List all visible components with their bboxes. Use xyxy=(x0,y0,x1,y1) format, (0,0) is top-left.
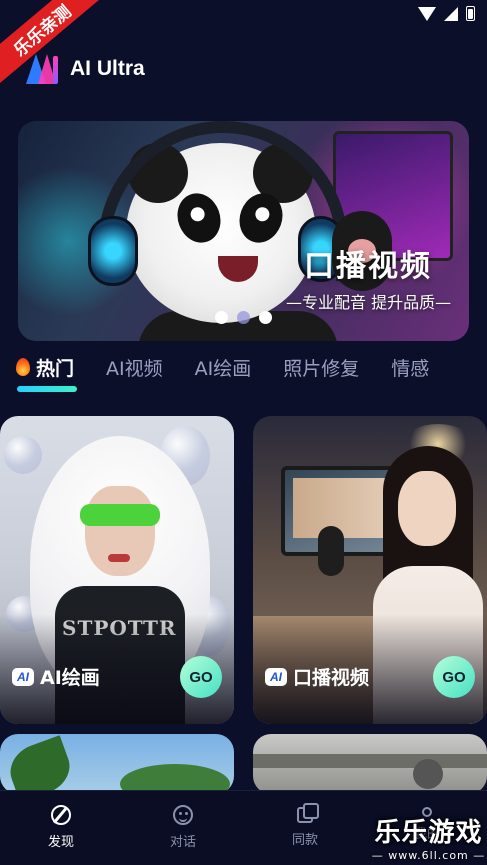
go-button[interactable]: GO xyxy=(433,656,475,698)
battery-icon xyxy=(466,6,475,21)
carousel-dot[interactable] xyxy=(215,311,228,324)
tab-label: 热门 xyxy=(36,358,75,380)
headphones-icon xyxy=(88,216,138,286)
tab-ai-painting[interactable]: AI绘画 xyxy=(195,352,252,381)
feature-card-partial[interactable] xyxy=(0,734,234,794)
app-header: AI Ultra xyxy=(24,52,145,86)
chat-icon xyxy=(173,805,193,825)
banner-title: 口播视频 xyxy=(304,249,432,284)
watermark-title: 乐乐游戏 xyxy=(374,818,483,848)
app-title: AI Ultra xyxy=(70,57,145,80)
tab-label: AI视频 xyxy=(106,358,163,380)
nav-label: 对话 xyxy=(169,835,196,850)
watermark-url: — www.6ll.com — xyxy=(371,849,486,862)
nav-item-discover[interactable]: 发现 xyxy=(26,805,96,850)
card-label: AI AI绘画 xyxy=(12,663,100,690)
card-title: AI绘画 xyxy=(40,667,100,689)
carousel-dots xyxy=(215,311,272,324)
tab-photo-restore[interactable]: 照片修复 xyxy=(283,352,359,381)
tab-hot[interactable]: 热门 xyxy=(16,352,77,392)
card-title: 口播视频 xyxy=(293,667,370,689)
nav-label: 发现 xyxy=(47,835,74,850)
flame-icon xyxy=(16,358,30,376)
signal-icon xyxy=(444,6,458,21)
nav-label: 同款 xyxy=(291,833,318,848)
carousel-dot[interactable] xyxy=(259,311,272,324)
same-style-icon xyxy=(297,803,319,823)
ai-badge: AI xyxy=(265,667,287,686)
discover-icon xyxy=(51,805,71,825)
feature-card-ai-painting[interactable]: STPOTTR AI AI绘画 GO xyxy=(0,416,234,724)
category-tabs: 热门 AI视频 AI绘画 照片修复 情感 xyxy=(16,352,487,396)
feature-card-partial[interactable] xyxy=(253,734,487,794)
promo-banner[interactable]: 口播视频 —专业配音 提升品质— xyxy=(18,121,469,341)
nav-item-same-style[interactable]: 同款 xyxy=(270,803,340,848)
ai-badge: AI xyxy=(12,667,34,686)
active-tab-indicator xyxy=(17,386,77,392)
nav-item-chat[interactable]: 对话 xyxy=(148,805,218,850)
feature-card-talking-video[interactable]: AI 口播视频 GO xyxy=(253,416,487,724)
status-icons xyxy=(418,6,475,21)
tab-label: AI绘画 xyxy=(194,358,252,380)
go-button[interactable]: GO xyxy=(180,656,222,698)
card-label: AI 口播视频 xyxy=(265,663,369,690)
wifi-icon xyxy=(418,6,436,21)
tab-label: 情感 xyxy=(391,358,430,380)
tab-ai-video[interactable]: AI视频 xyxy=(106,352,163,381)
tab-emotion[interactable]: 情感 xyxy=(391,352,429,381)
watermark: 乐乐游戏 — www.6ll.com — xyxy=(370,812,487,862)
carousel-dot-active[interactable] xyxy=(237,311,250,324)
banner-subtitle: —专业配音 提升品质— xyxy=(286,293,452,312)
microphone-icon xyxy=(318,526,344,576)
tab-label: 照片修复 xyxy=(283,358,360,380)
